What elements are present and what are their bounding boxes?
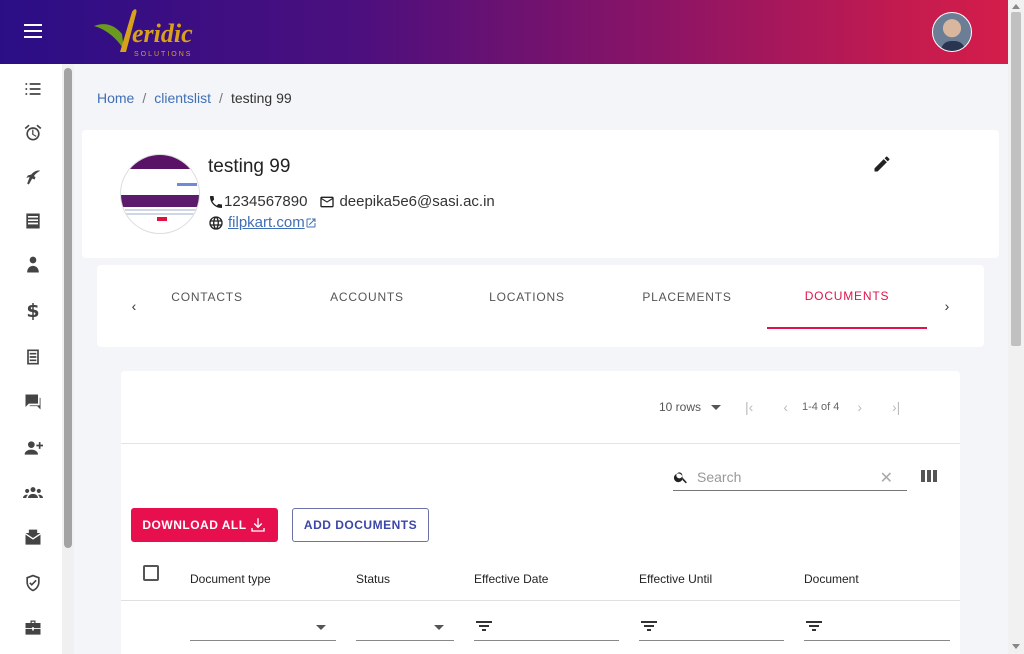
column-header-effective-until[interactable]: Effective Until [639, 572, 712, 586]
scroll-up-arrow[interactable] [1012, 4, 1020, 9]
select-all-checkbox[interactable] [143, 565, 159, 581]
contact-row: 1234567890 deepika5e6@sasi.ac.in [208, 193, 495, 210]
effective-until-filter[interactable] [639, 613, 784, 641]
group-icon[interactable] [22, 482, 44, 504]
clear-search-icon[interactable]: ✕ [880, 468, 893, 488]
client-profile-card: testing 99 1234567890 deepika5e6@sasi.ac… [82, 130, 999, 258]
website-row: filpkart.com [208, 214, 317, 231]
edit-icon[interactable] [872, 154, 892, 174]
menu-icon[interactable] [24, 24, 42, 40]
shield-check-icon[interactable] [22, 572, 44, 594]
client-profile-image [120, 154, 200, 234]
sidebar: $ [0, 64, 62, 654]
mail-icon[interactable] [22, 527, 44, 549]
top-app-bar: eridic SOLUTIONS [0, 0, 1008, 64]
veridic-logo[interactable]: eridic SOLUTIONS [88, 4, 218, 60]
alarm-icon[interactable] [22, 122, 44, 144]
person-tie-icon[interactable] [22, 254, 44, 276]
download-all-label: DOWNLOAD ALL [142, 518, 247, 532]
page-scrollbar[interactable] [1008, 0, 1024, 654]
add-user-icon[interactable] [22, 437, 44, 459]
filter-icon [806, 621, 822, 631]
pagination: 10 rows |‹ ‹ 1-4 of 4 › ›| [659, 399, 900, 415]
client-email[interactable]: deepika5e6@sasi.ac.in [339, 193, 494, 210]
search-field[interactable]: ✕ [673, 463, 907, 491]
rows-per-page-value: 10 rows [659, 400, 702, 414]
effective-date-filter[interactable] [474, 613, 619, 641]
client-name: testing 99 [208, 156, 291, 177]
divider [121, 443, 960, 444]
page-range: 1-4 of 4 [802, 401, 840, 413]
first-page-button[interactable]: |‹ [745, 399, 753, 415]
tab-accounts[interactable]: ACCOUNTS [287, 265, 447, 329]
filter-icon [476, 621, 492, 631]
documents-table-card: 10 rows |‹ ‹ 1-4 of 4 › ›| ✕ DOWNLOAD AL… [121, 371, 960, 654]
filter-icon [641, 621, 657, 631]
external-link-icon[interactable] [305, 217, 317, 229]
breadcrumb-separator: / [142, 90, 147, 106]
tab-contacts[interactable]: CONTACTS [127, 265, 287, 329]
tab-locations[interactable]: LOCATIONS [447, 265, 607, 329]
column-header-effective-date[interactable]: Effective Date [474, 572, 548, 586]
breadcrumb: Home / clientslist / testing 99 [97, 90, 292, 106]
column-header-document[interactable]: Document [804, 572, 859, 586]
chevron-down-icon [711, 405, 722, 411]
search-input[interactable] [697, 468, 877, 485]
page-scrollbar-thumb[interactable] [1011, 12, 1021, 346]
globe-icon [209, 215, 223, 230]
next-page-button[interactable]: › [857, 399, 862, 415]
download-icon [250, 518, 265, 532]
svg-text:eridic: eridic [132, 19, 193, 48]
dollar-icon[interactable]: $ [22, 300, 44, 322]
briefcase-icon[interactable] [22, 617, 44, 639]
search-icon [673, 471, 687, 483]
user-avatar[interactable] [932, 12, 972, 52]
tabs-card: ‹ CONTACTS ACCOUNTS LOCATIONS PLACEMENTS… [97, 265, 984, 347]
download-all-button[interactable]: DOWNLOAD ALL [131, 508, 278, 542]
breadcrumb-current: testing 99 [230, 90, 292, 106]
document-type-filter[interactable] [190, 613, 336, 641]
tab-placements[interactable]: PLACEMENTS [607, 265, 767, 329]
rows-per-page-select[interactable]: 10 rows [659, 400, 722, 414]
chat-icon[interactable] [22, 391, 44, 413]
chevron-down-icon [434, 625, 444, 630]
email-icon [320, 196, 335, 207]
flight-icon[interactable] [22, 166, 44, 188]
status-filter[interactable] [356, 613, 454, 641]
chevron-down-icon [316, 625, 326, 630]
document-filter[interactable] [804, 613, 950, 641]
column-header-document-type[interactable]: Document type [190, 572, 271, 586]
prev-page-button[interactable]: ‹ [783, 399, 788, 415]
breadcrumb-separator: / [219, 90, 223, 106]
add-documents-button[interactable]: ADD DOCUMENTS [292, 508, 429, 542]
sidebar-scrollbar-thumb[interactable] [64, 68, 72, 548]
scroll-down-arrow[interactable] [1012, 644, 1020, 649]
client-phone: 1234567890 [224, 193, 308, 210]
document-icon[interactable] [22, 346, 44, 368]
table-header: Document type Status Effective Date Effe… [121, 551, 960, 601]
list-icon[interactable] [22, 210, 44, 232]
phone-icon [210, 195, 222, 208]
tabs-next-arrow[interactable]: › [939, 297, 955, 315]
breadcrumb-clientslist[interactable]: clientslist [154, 90, 211, 106]
client-website-link[interactable]: filpkart.com [228, 214, 305, 231]
columns-icon[interactable] [921, 470, 937, 482]
tab-documents[interactable]: DOCUMENTS [767, 265, 927, 329]
svg-text:SOLUTIONS: SOLUTIONS [134, 51, 192, 58]
sidebar-scrollbar[interactable] [62, 64, 74, 654]
breadcrumb-home[interactable]: Home [97, 90, 134, 106]
column-header-status[interactable]: Status [356, 572, 390, 586]
last-page-button[interactable]: ›| [892, 399, 900, 415]
checklist-icon[interactable] [22, 78, 44, 100]
